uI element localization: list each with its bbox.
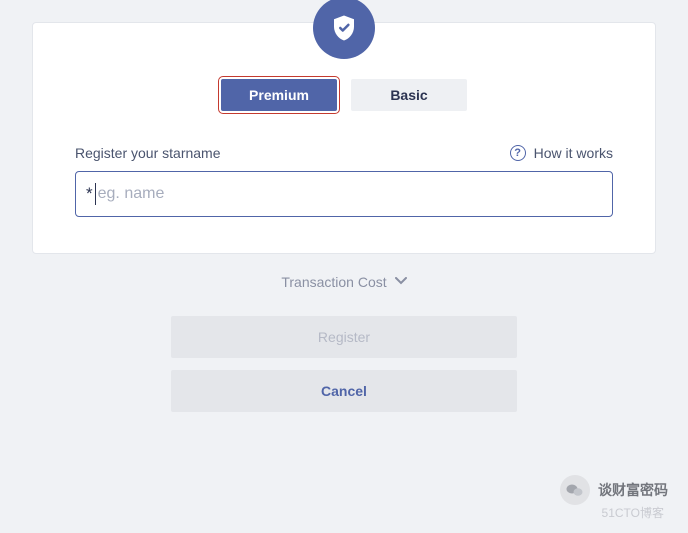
action-buttons: Register Cancel — [0, 316, 688, 412]
starname-input[interactable] — [98, 185, 602, 203]
watermark: 谈财富密码 — [560, 475, 668, 505]
transaction-cost-label: Transaction Cost — [281, 274, 386, 290]
transaction-cost-toggle[interactable]: Transaction Cost — [0, 274, 688, 290]
input-label-row: Register your starname ? How it works — [75, 145, 613, 161]
chevron-down-icon — [395, 276, 407, 288]
register-button[interactable]: Register — [171, 316, 517, 358]
watermark-sub: 51CTO博客 — [602, 504, 664, 521]
starname-prefix: * — [86, 184, 93, 204]
tab-basic[interactable]: Basic — [351, 79, 467, 111]
text-cursor — [95, 183, 96, 205]
cancel-button[interactable]: Cancel — [171, 370, 517, 412]
how-it-works-text: How it works — [534, 145, 613, 161]
wechat-icon — [560, 475, 590, 505]
register-card: Premium Basic Register your starname ? H… — [32, 22, 656, 254]
shield-badge — [313, 0, 375, 59]
plan-tabs: Premium Basic — [75, 79, 613, 111]
question-icon: ? — [510, 145, 526, 161]
starname-input-wrap[interactable]: * — [75, 171, 613, 217]
watermark-name: 谈财富密码 — [598, 480, 668, 500]
starname-label: Register your starname — [75, 145, 221, 161]
shield-check-icon — [329, 13, 359, 43]
how-it-works-link[interactable]: ? How it works — [510, 145, 613, 161]
tab-premium[interactable]: Premium — [221, 79, 337, 111]
